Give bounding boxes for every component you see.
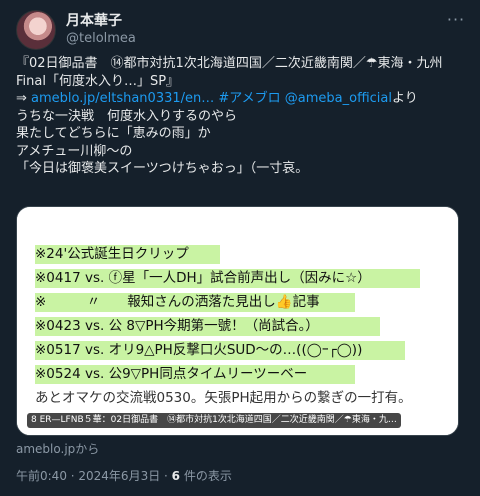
card-line-7: あとオマケの交流戦0530。矢張PH起用からの繋ぎの一打有。 [35,390,412,406]
display-name[interactable]: 月本華子 [66,12,136,30]
link-suffix: より [392,91,418,106]
views-count: 6 [171,469,181,483]
avatar[interactable] [16,10,56,50]
post-meta: 午前0:40 · 2024年6月3日 · 6 件の表示 [16,467,232,484]
card-line-6: ※0524 vs. 公9▽PH同点タイムリーツーベー [35,366,308,382]
card-image: ※24'公式誕生日クリップ ※0417 vs. ⓕ星「一人DH」試合前声出し（因… [17,207,458,435]
author-names: 月本華子 @telolmea [66,12,136,47]
post-line-4: うちな一決戦 何度水入りするのやら [16,108,238,124]
post-line-5: 果たしてどちらに「恵みの雨」か [16,126,211,141]
hashtag-link[interactable]: #アメブロ [218,91,280,106]
post-line-7: 「今日は御褒美スイーツつけちゃおっ」（一寸哀。 [16,161,309,176]
more-dots-icon[interactable]: ··· [446,12,466,32]
link-card[interactable]: ※24'公式誕生日クリップ ※0417 vs. ⓕ星「一人DH」試合前声出し（因… [16,206,459,436]
card-line-3: ※ 〃 報知さんの洒落た見出し👍記事 [35,294,320,310]
post-line-1: 『02日御品書 ⑭都市対抗1次北海道四国／二次近畿南関／☂東海・九州 [16,56,443,71]
card-line-4: ※0423 vs. 公 8▽PH今期第一號！（尚試合。） [35,318,319,334]
card-title-label: 8 ER—LFNB５華：02日御品書 ⑭都市対抗1次北海道四国／二次近畿南関／☂… [27,413,401,428]
views-label: 件の表示 [180,469,232,483]
arrow: ⇒ [16,91,32,106]
mention-link[interactable]: @ameba_official [285,91,392,106]
post-line-6: アメチュー川柳～の [16,143,133,159]
card-line-1: ※24'公式誕生日クリップ [35,246,189,262]
card-domain[interactable]: ameblo.jpから [16,440,99,457]
post-text: 『02日御品書 ⑭都市対抗1次北海道四国／二次近畿南関／☂東海・九州 Final… [16,55,466,178]
timestamp[interactable]: 午前0:40 · 2024年6月3日 · [16,469,172,483]
post-header: 月本華子 @telolmea ··· [16,10,466,50]
handle[interactable]: @telolmea [66,30,136,47]
post-url-link[interactable]: ameblo.jp/eltshan0331/en… [31,91,214,106]
post-link-line: ⇒ ameblo.jp/eltshan0331/en… #アメブロ @ameba… [16,90,466,108]
post-line-2: Final「何度水入り…」SP』 [16,73,180,89]
card-line-5: ※0517 vs. オリ9△PH反撃口火SUD～の…((◯ｰ┌◯)) [35,342,363,358]
card-line-2: ※0417 vs. ⓕ星「一人DH」試合前声出し（因みに☆） [35,270,371,286]
